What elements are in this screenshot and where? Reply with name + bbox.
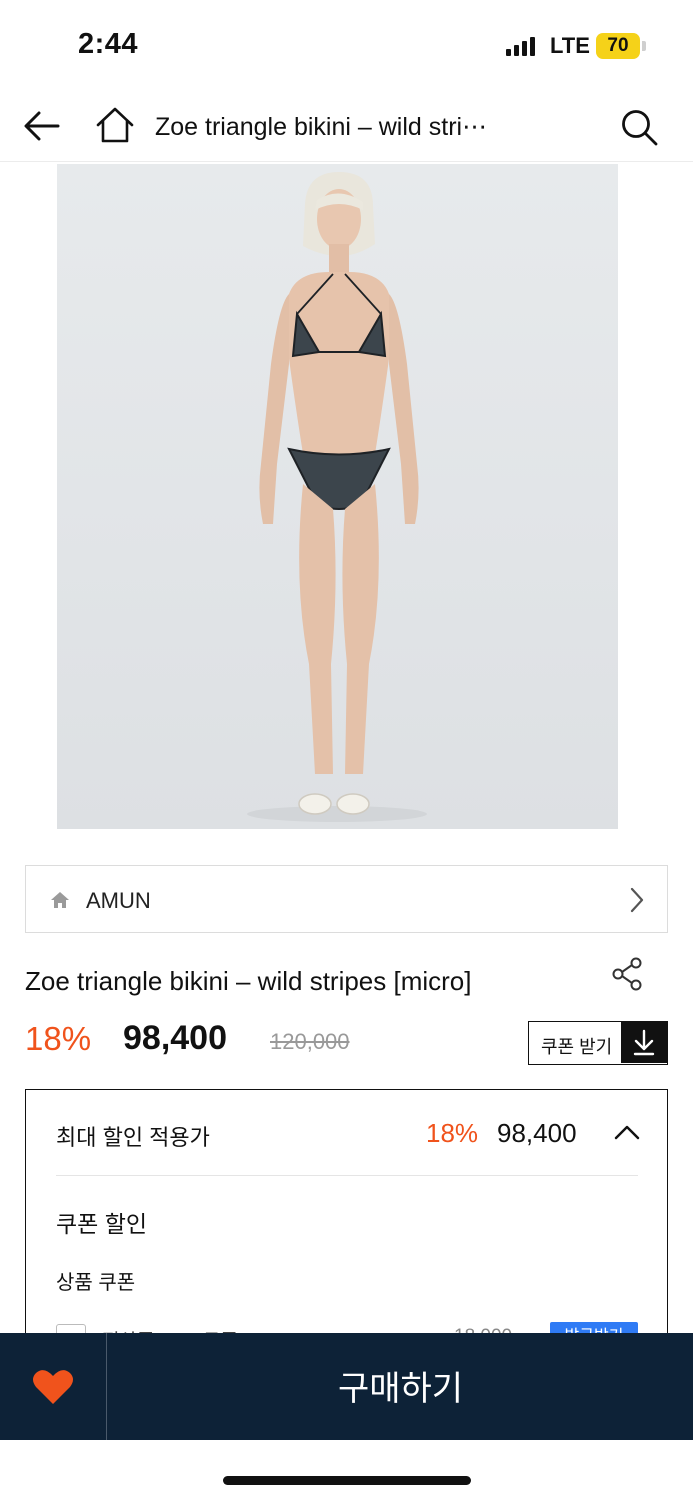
chevron-up-icon bbox=[614, 1125, 640, 1140]
buy-label: 구매하기 bbox=[337, 1370, 464, 1408]
download-icon bbox=[621, 1022, 667, 1063]
max-discount-panel: 최대 할인 적용가 18% 98,400 쿠폰 할인 상품 쿠폰 전상품 15%… bbox=[25, 1089, 668, 1349]
max-discount-price: 98,400 bbox=[497, 1118, 577, 1148]
status-bar: 2:44 LTE 70 bbox=[0, 0, 693, 90]
max-discount-rate: 18% bbox=[426, 1118, 479, 1148]
collapse-toggle[interactable] bbox=[614, 1124, 640, 1140]
max-discount-label: 최대 할인 적용가 bbox=[56, 1125, 210, 1150]
search-icon bbox=[622, 110, 658, 146]
home-icon bbox=[96, 107, 134, 143]
original-price: 120,000 bbox=[270, 1029, 350, 1054]
buy-button[interactable]: 구매하기 bbox=[108, 1333, 693, 1440]
sale-price: 98,400 bbox=[123, 1019, 227, 1057]
arrow-left-icon bbox=[24, 111, 60, 141]
signal-icon bbox=[506, 36, 536, 56]
discount-rate: 18% bbox=[25, 1020, 92, 1057]
search-button[interactable] bbox=[619, 107, 659, 147]
share-button[interactable] bbox=[611, 957, 645, 991]
get-coupon-button[interactable]: 쿠폰 받기 bbox=[528, 1021, 668, 1065]
divider bbox=[56, 1175, 638, 1176]
network-type: LTE bbox=[550, 33, 590, 58]
chevron-right-icon bbox=[630, 887, 644, 913]
back-button[interactable] bbox=[22, 108, 62, 144]
get-coupon-label: 쿠폰 받기 bbox=[541, 1037, 613, 1057]
product-title: Zoe triangle bikini – wild stripes [micr… bbox=[25, 966, 472, 996]
home-button[interactable] bbox=[95, 106, 135, 144]
battery-icon: 70 bbox=[596, 33, 646, 59]
product-coupon-label: 상품 쿠폰 bbox=[56, 1272, 136, 1294]
share-icon bbox=[612, 957, 642, 991]
heart-icon bbox=[33, 1370, 73, 1404]
purchase-bar: 구매하기 bbox=[0, 1333, 693, 1440]
page-title: Zoe triangle bikini – wild stri⋯ bbox=[155, 113, 488, 141]
battery-level: 70 bbox=[596, 33, 640, 59]
home-icon bbox=[51, 892, 69, 908]
coupon-discount-heading: 쿠폰 할인 bbox=[56, 1211, 148, 1237]
status-time: 2:44 bbox=[78, 28, 139, 60]
wishlist-button[interactable] bbox=[0, 1333, 107, 1440]
home-indicator bbox=[223, 1476, 471, 1485]
model-photo-illustration bbox=[247, 172, 427, 822]
product-image[interactable] bbox=[57, 164, 618, 829]
brand-name: AMUN bbox=[86, 888, 151, 913]
top-nav: Zoe triangle bikini – wild stri⋯ bbox=[0, 92, 693, 162]
brand-link[interactable]: AMUN bbox=[25, 865, 668, 933]
